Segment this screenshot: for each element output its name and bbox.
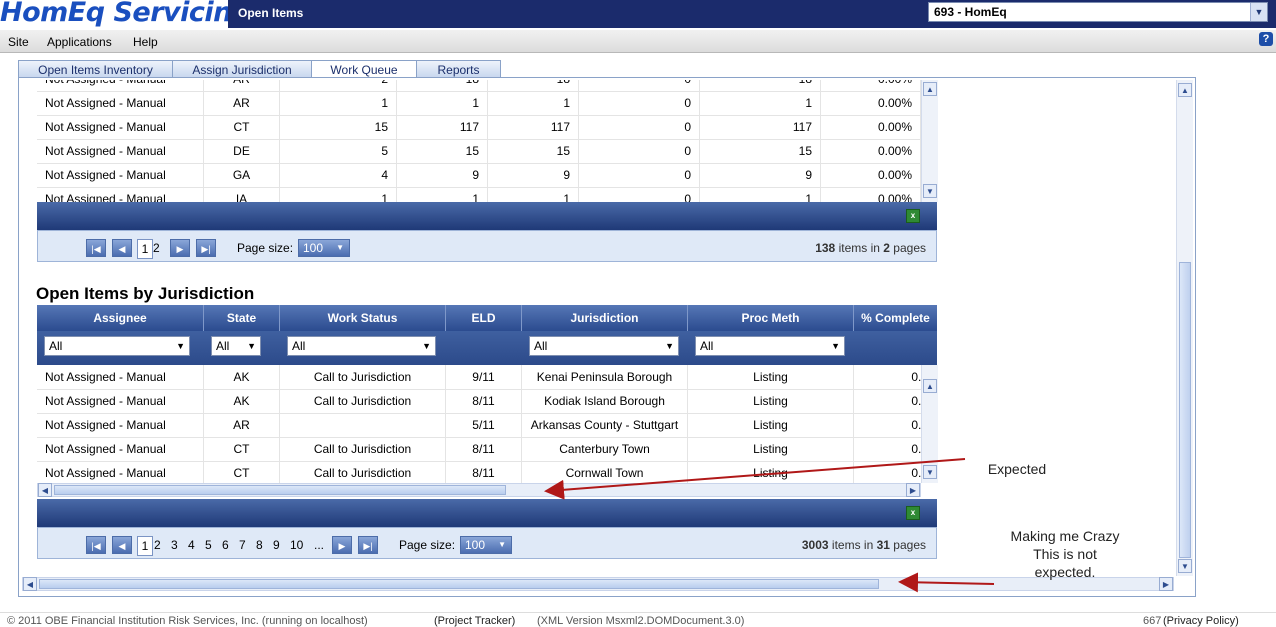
footer: © 2011 OBE Financial Institution Risk Se… — [0, 612, 1276, 627]
expected-arrow — [544, 458, 966, 500]
crazy-line-3: expected. — [1034, 564, 1096, 580]
project-tracker-link[interactable]: (Project Tracker) — [434, 615, 515, 627]
privacy-policy-link[interactable]: (Privacy Policy) — [1163, 615, 1239, 627]
crazy-arrow — [898, 572, 995, 593]
xml-version: (XML Version Msxml2.DOMDocument.3.0) — [537, 615, 745, 627]
crazy-line-1: Making me Crazy — [1010, 528, 1120, 544]
crazy-annotation: Making me Crazy This is not expected. — [995, 527, 1135, 581]
crazy-line-2: This is not — [1033, 546, 1097, 562]
footer-copyright: © 2011 OBE Financial Institution Risk Se… — [7, 615, 368, 627]
expected-annotation: Expected — [987, 461, 1047, 477]
footer-count: 667 — [1143, 615, 1162, 627]
